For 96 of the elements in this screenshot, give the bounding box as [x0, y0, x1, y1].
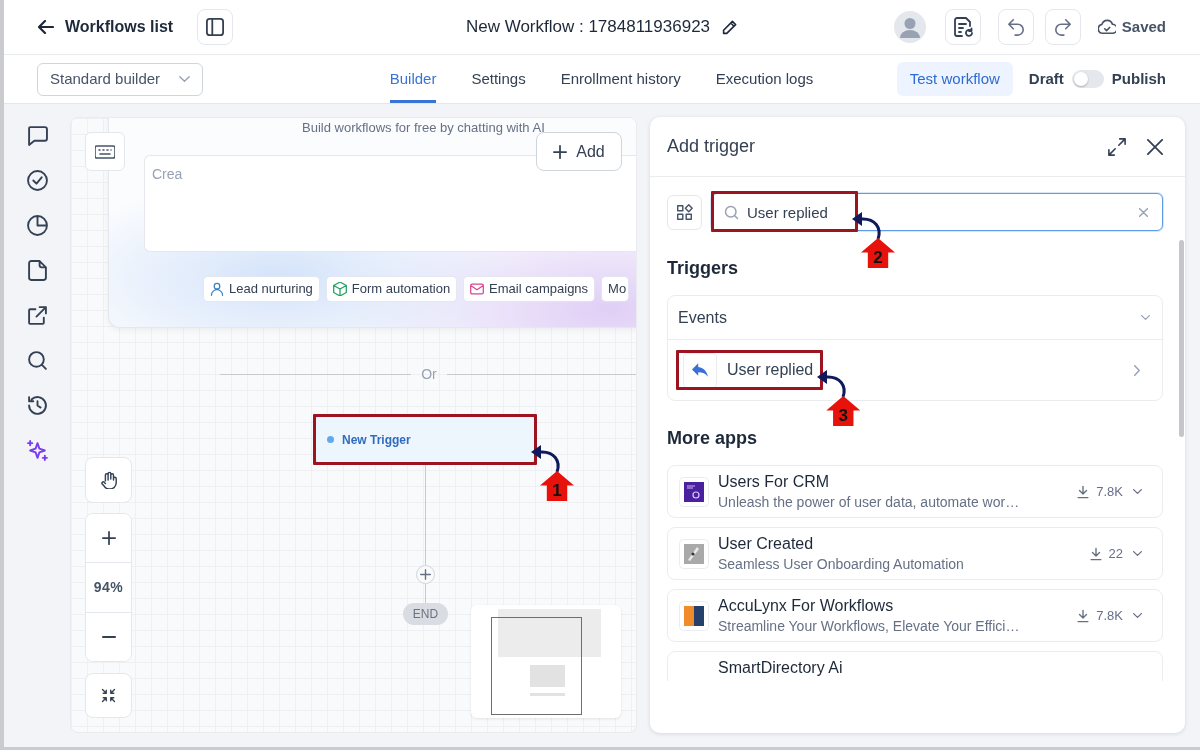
- divider-label: Or: [421, 365, 437, 384]
- redo-icon: [1053, 18, 1072, 36]
- app-description: Seamless User Onboarding Automation: [718, 555, 964, 574]
- chevron-down-icon: [179, 76, 190, 82]
- ai-prompt-subtitle: Build workflows for free by chatting with AI: [302, 120, 545, 135]
- suggestion-chip[interactable]: Form automation: [326, 277, 457, 301]
- app-logo-icon: [679, 476, 709, 507]
- publish-toggle[interactable]: [1071, 70, 1104, 88]
- expand-icon[interactable]: [1108, 137, 1126, 156]
- pie-chart-icon[interactable]: [26, 215, 48, 236]
- app-name: AccuLynx For Workflows: [718, 596, 895, 616]
- document-icon[interactable]: [26, 260, 48, 281]
- test-workflow-button[interactable]: Test workflow: [896, 62, 1013, 96]
- suggestion-chip[interactable]: Email campaigns: [464, 277, 595, 301]
- cloud-check-icon: [1097, 18, 1116, 36]
- document-refresh-icon: [952, 17, 973, 37]
- suggestion-chip[interactable]: Mo: [602, 277, 629, 301]
- toggle-label: Publish: [1111, 68, 1166, 89]
- app-logo-icon: [679, 600, 709, 631]
- app-card[interactable]: User Created Seamless User Onboarding Automation 22: [667, 527, 1163, 580]
- external-link-icon[interactable]: [26, 305, 48, 326]
- connector-line: [425, 584, 426, 603]
- back-link[interactable]: Workflows list: [38, 15, 174, 39]
- install-count: 22: [1108, 544, 1123, 563]
- app-description: Streamline Your Workflows, Elevate Your Effici…: [718, 617, 1020, 636]
- chevron-down-icon: [1141, 315, 1150, 320]
- status-dot-icon: [327, 436, 334, 443]
- install-count: 7.8K: [1096, 606, 1123, 625]
- app-name: SmartDirectory Ai: [718, 658, 843, 678]
- chevron-down-icon: [1133, 489, 1142, 494]
- chevron-down-icon: [1133, 613, 1142, 618]
- chevron-down-icon: [1133, 551, 1142, 556]
- app-name: Users For CRM: [718, 472, 831, 492]
- curved-arrow: [531, 443, 563, 473]
- plus-icon: [553, 144, 568, 159]
- trigger-node[interactable]: New Trigger: [315, 416, 535, 463]
- plus-icon: [420, 569, 431, 580]
- envelope-icon: [470, 282, 485, 296]
- app-name: User Created: [718, 534, 815, 554]
- tab[interactable]: Settings: [471, 55, 526, 103]
- search-icon: [724, 205, 739, 220]
- clock-icon[interactable]: [26, 395, 48, 416]
- app-card[interactable]: Users For CRM Unleash the power of user data, automate wor… 7.8K: [667, 465, 1163, 518]
- add-button[interactable]: Add: [536, 132, 622, 171]
- section-heading: More apps: [667, 427, 759, 449]
- download-icon: [1076, 484, 1091, 499]
- close-icon[interactable]: [1147, 138, 1163, 155]
- document-button[interactable]: [944, 9, 981, 45]
- undo-icon: [1006, 18, 1025, 36]
- download-icon: [1088, 546, 1103, 561]
- chevron-right-icon: [1134, 364, 1140, 376]
- download-icon: [1076, 608, 1091, 623]
- clear-icon[interactable]: [1139, 208, 1148, 217]
- tab[interactable]: Enrollment history: [560, 55, 681, 103]
- zoom-level: 94%: [93, 578, 124, 597]
- avatar-icon[interactable]: [893, 11, 926, 43]
- add-step-button[interactable]: [416, 565, 435, 584]
- keyboard-button[interactable]: [85, 132, 125, 171]
- tab[interactable]: Execution logs: [715, 55, 814, 103]
- fit-view-icon: [101, 688, 116, 703]
- end-node: END: [403, 603, 448, 625]
- arrow-left-icon: [38, 20, 54, 34]
- minimap-drawing[interactable]: [471, 605, 621, 718]
- plus-icon: [101, 531, 116, 546]
- app-description: Unleash the power of user data, automate wor…: [718, 493, 1020, 512]
- builder-select[interactable]: Standard builder: [37, 62, 203, 96]
- app-card[interactable]: SmartDirectory Ai: [667, 651, 1163, 681]
- chat-bubble-icon[interactable]: [26, 125, 48, 146]
- apps-grid-button[interactable]: [667, 194, 702, 230]
- person-icon: [210, 282, 224, 296]
- sidebar-toggle-button[interactable]: [197, 9, 234, 45]
- panel-icon: [206, 18, 225, 36]
- pencil-icon[interactable]: [722, 19, 739, 35]
- redo-button[interactable]: [1044, 9, 1081, 45]
- app-logo-icon: [679, 538, 709, 569]
- panel-title: Add trigger: [667, 135, 756, 158]
- cube-icon: [332, 282, 347, 296]
- save-status: Saved: [1121, 16, 1166, 37]
- app-card[interactable]: AccuLynx For Workflows Streamline Your Workflows, Elevate Your Effici… 7.8K: [667, 589, 1163, 642]
- hand-icon: [99, 471, 118, 489]
- suggestion-chip[interactable]: Lead nurturing: [204, 277, 319, 301]
- sparkle-icon[interactable]: [26, 440, 48, 461]
- minus-icon: [101, 635, 116, 638]
- scrollbar-thumb[interactable]: [1179, 240, 1184, 437]
- install-count: 7.8K: [1096, 482, 1123, 501]
- group-header[interactable]: Events: [668, 296, 1162, 340]
- curved-arrow: [852, 210, 884, 240]
- fit-view-button[interactable]: [85, 673, 132, 718]
- toggle-label: Draft: [1028, 68, 1064, 89]
- search-field[interactable]: User replied: [711, 193, 1163, 231]
- pan-button[interactable]: [85, 457, 132, 503]
- undo-button[interactable]: [997, 9, 1034, 45]
- workflow-title: New Workflow : 1784811936923: [465, 16, 711, 39]
- search-icon[interactable]: [26, 350, 48, 371]
- grid-icon: [676, 203, 693, 221]
- tab[interactable]: Builder: [389, 55, 437, 103]
